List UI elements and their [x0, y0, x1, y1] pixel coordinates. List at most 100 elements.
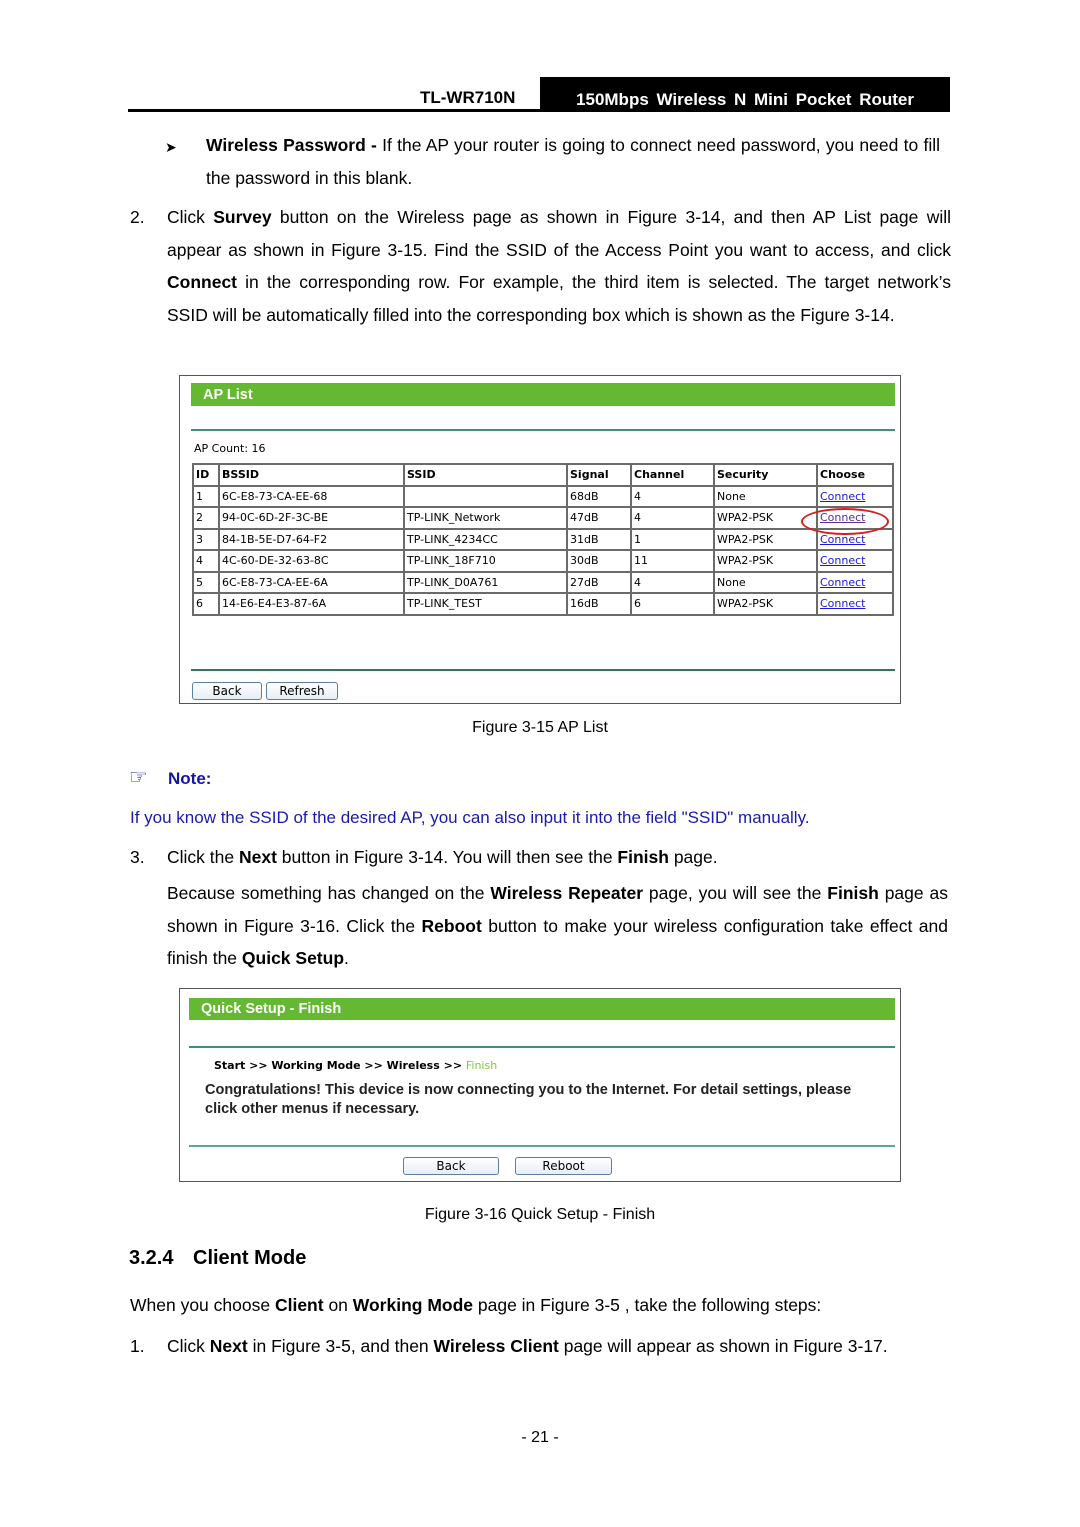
cell-id: 6 — [192, 592, 220, 616]
text: page in Figure 3-5 , take the following … — [473, 1295, 822, 1315]
text: on — [323, 1295, 353, 1315]
text: Click — [167, 207, 214, 227]
cell-ssid: TP-LINK_D0A761 — [403, 570, 568, 594]
cell-ssid — [403, 484, 568, 508]
cell-choose: Connect — [816, 549, 894, 573]
cell-choose: Connect — [816, 570, 894, 594]
cell-choose: Connect — [816, 484, 894, 508]
ap-list-table: ID BSSID SSID Signal Channel Security Ch… — [192, 463, 894, 616]
connect-link[interactable]: Connect — [820, 490, 865, 503]
cell-bssid: 4C-60-DE-32-63-8C — [218, 549, 405, 573]
quick-setup-title-bar: Quick Setup - Finish — [189, 998, 895, 1020]
term-next: Next — [209, 1336, 248, 1356]
step2-number: 2. — [130, 207, 145, 227]
divider — [191, 429, 895, 431]
cell-security: None — [713, 484, 818, 508]
client-step1-text: Click Next in Figure 3-5, and then Wirel… — [167, 1330, 957, 1363]
col-signal: Signal — [566, 463, 632, 487]
cell-ssid: TP-LINK_4234CC — [403, 527, 568, 551]
text: button on the Wireless page as shown in … — [167, 207, 951, 260]
ap-list-screenshot: AP List AP Count: 16 ID BSSID SSID Signa… — [179, 375, 901, 704]
term-quick-setup: Quick Setup — [241, 948, 345, 968]
col-bssid: BSSID — [218, 463, 405, 487]
step3-paragraph: Because something has changed on the Wir… — [167, 877, 948, 975]
divider — [189, 1046, 895, 1048]
cell-signal: 30dB — [566, 549, 632, 573]
table-row: 1 6C-E8-73-CA-EE-68 68dB 4 None Connect — [192, 484, 894, 508]
note-text: If you know the SSID of the desired AP, … — [130, 808, 810, 827]
pointing-hand-icon: ☞ — [129, 766, 148, 789]
cell-channel: 4 — [630, 570, 715, 594]
cell-bssid: 94-0C-6D-2F-3C-BE — [218, 506, 405, 530]
highlight-ellipse — [801, 508, 889, 535]
client-intro: When you choose Client on Working Mode p… — [130, 1289, 950, 1322]
bullet-arrow-icon: ➤ — [165, 139, 177, 155]
cell-id: 5 — [192, 570, 220, 594]
cell-channel: 6 — [630, 592, 715, 616]
reboot-button[interactable]: Reboot — [515, 1157, 612, 1175]
cell-signal: 31dB — [566, 527, 632, 551]
term-finish: Finish — [827, 883, 879, 903]
text: page. — [668, 847, 718, 867]
cell-ssid: TP-LINK_TEST — [403, 592, 568, 616]
term-survey: Survey — [213, 207, 272, 227]
divider — [191, 669, 895, 671]
cell-id: 2 — [192, 506, 220, 530]
term-wireless-repeater: Wireless Repeater — [490, 883, 644, 903]
divider — [189, 1145, 895, 1147]
text: in Figure 3-5, and then — [247, 1336, 434, 1356]
ap-list-title: AP List — [203, 386, 253, 403]
cell-signal: 47dB — [566, 506, 632, 530]
cell-security: None — [713, 570, 818, 594]
figure-caption: Figure 3-16 Quick Setup - Finish — [424, 1206, 656, 1223]
cell-bssid: 6C-E8-73-CA-EE-68 — [218, 484, 405, 508]
text: Because something has changed on the — [167, 883, 491, 903]
cell-bssid: 14-E6-E4-E3-87-6A — [218, 592, 405, 616]
term-reboot: Reboot — [421, 915, 482, 936]
cell-bssid: 84-1B-5E-D7-64-F2 — [218, 527, 405, 551]
col-id: ID — [192, 463, 220, 487]
figure-caption: Figure 3-15 AP List — [472, 719, 608, 736]
quick-setup-title: Quick Setup - Finish — [201, 1001, 342, 1017]
cell-id: 4 — [192, 549, 220, 573]
quick-setup-screenshot: Quick Setup - Finish Start >> Working Mo… — [179, 988, 901, 1182]
connect-link[interactable]: Connect — [820, 597, 865, 610]
term-finish: Finish — [617, 847, 669, 867]
header-product-text: 150Mbps Wireless N Mini Pocket Router — [576, 90, 914, 109]
term-next: Next — [238, 847, 277, 867]
connect-link[interactable]: Connect — [820, 576, 865, 589]
cell-ssid: TP-LINK_Network — [403, 506, 568, 530]
cell-channel: 4 — [630, 484, 715, 508]
page-number: - 21 - — [521, 1429, 559, 1446]
connect-link[interactable]: Connect — [820, 554, 865, 567]
header-model: TL-WR710N — [420, 88, 516, 107]
text: page will appear as shown in Figure 3-17… — [558, 1336, 888, 1356]
back-button[interactable]: Back — [403, 1157, 499, 1175]
step2-text: Click Survey button on the Wireless page… — [167, 201, 951, 331]
text: . — [344, 948, 349, 968]
bullet-wireless-password: Wireless Password - If the AP your route… — [206, 129, 940, 194]
col-security: Security — [713, 463, 818, 487]
table-row: 4 4C-60-DE-32-63-8C TP-LINK_18F710 30dB … — [192, 549, 894, 573]
cell-id: 1 — [192, 484, 220, 508]
ap-list-title-bar: AP List — [191, 383, 895, 406]
header-rule — [128, 109, 950, 112]
table-row: 5 6C-E8-73-CA-EE-6A TP-LINK_D0A761 27dB … — [192, 570, 894, 594]
breadcrumb-path: Start >> Working Mode >> Wireless >> — [214, 1059, 466, 1072]
breadcrumb: Start >> Working Mode >> Wireless >> Fin… — [214, 1059, 497, 1072]
term-wireless-client: Wireless Client — [433, 1336, 559, 1356]
table-row: 6 14-E6-E4-E3-87-6A TP-LINK_TEST 16dB 6 … — [192, 592, 894, 616]
text: Click the — [167, 847, 239, 867]
cell-signal: 16dB — [566, 592, 632, 616]
term-connect: Connect — [167, 272, 237, 292]
col-choose: Choose — [816, 463, 894, 487]
refresh-button[interactable]: Refresh — [266, 682, 338, 700]
cell-security: WPA2-PSK — [713, 592, 818, 616]
cell-id: 3 — [192, 527, 220, 551]
cell-channel: 1 — [630, 527, 715, 551]
cell-channel: 11 — [630, 549, 715, 573]
note-title: Note: — [168, 769, 212, 788]
table-row: 2 94-0C-6D-2F-3C-BE TP-LINK_Network 47dB… — [192, 506, 894, 530]
text: Click — [167, 1336, 210, 1356]
back-button[interactable]: Back — [192, 682, 262, 700]
